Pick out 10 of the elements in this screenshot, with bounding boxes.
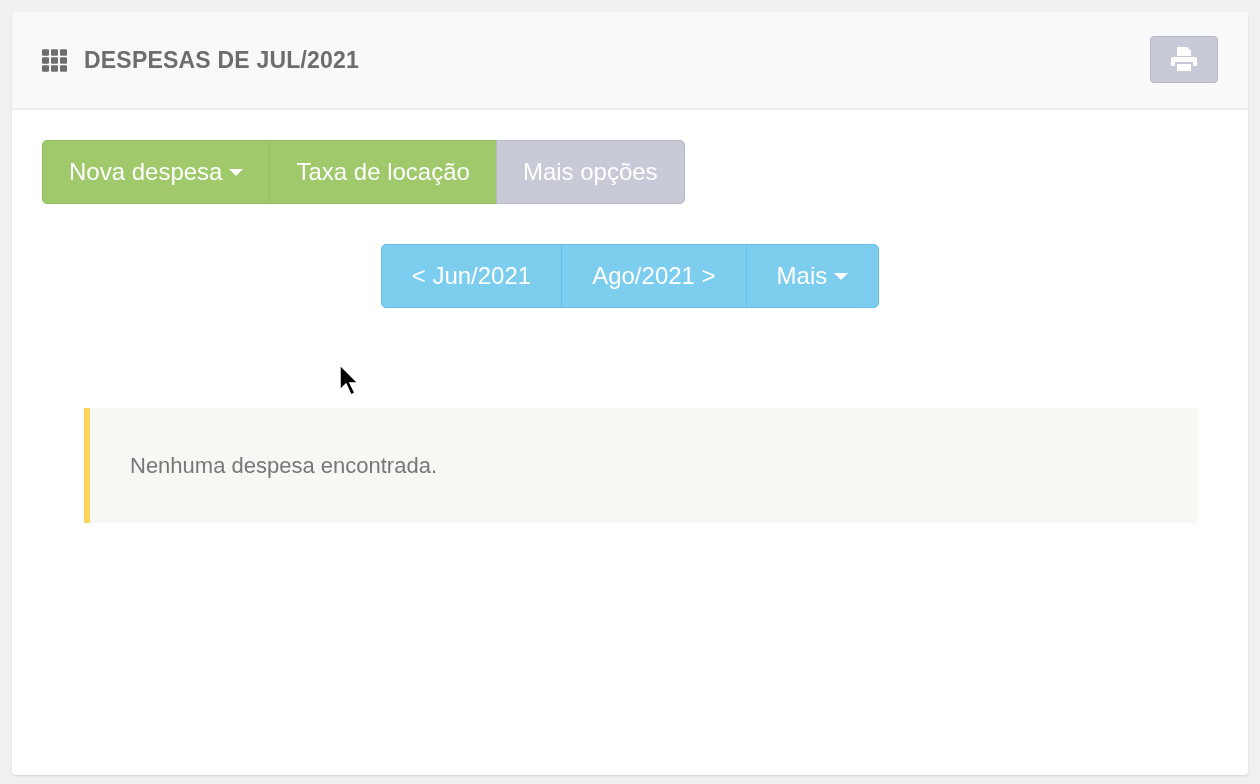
month-nav-button[interactable]: < Jun/2021 (380, 244, 563, 308)
action-button[interactable]: Taxa de locação (269, 140, 497, 204)
month-nav-button[interactable]: Ago/2021 > (561, 244, 747, 308)
print-button[interactable] (1150, 35, 1218, 83)
month-nav-button[interactable]: Mais (745, 244, 880, 308)
action-button[interactable]: Nova despesa (42, 140, 271, 204)
printer-icon (1171, 47, 1197, 71)
panel-title: DESPESAS DE JUL/2021 (84, 46, 359, 74)
empty-alert: Nenhuma despesa encontrada. (84, 408, 1198, 523)
grid-icon (42, 48, 67, 72)
